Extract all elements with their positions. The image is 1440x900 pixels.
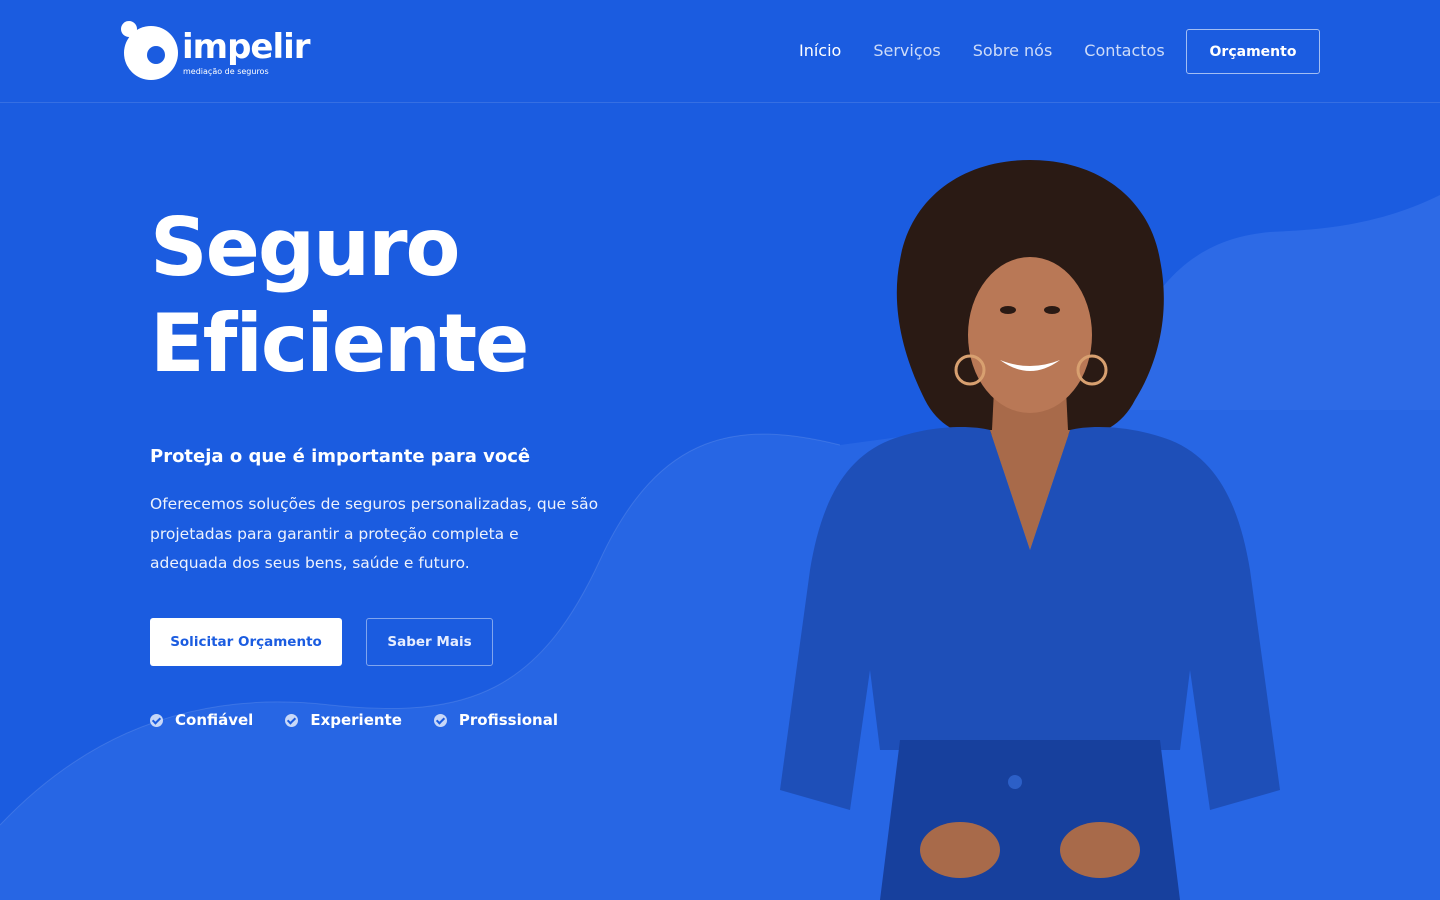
- hero-description: Oferecemos soluções de seguros personali…: [150, 495, 599, 572]
- feature-label: Profissional: [458, 711, 558, 729]
- hero-section: Seguro Eficiente Proteja o que é importa…: [150, 200, 630, 579]
- brand-logo[interactable]: impelir mediação de seguros: [120, 20, 311, 82]
- feature-item: Confiável: [150, 709, 253, 731]
- hero-subtitle: Proteja o que é importante para você: [150, 446, 531, 467]
- nav-item-sobre-nos[interactable]: Sobre nós: [973, 39, 1053, 63]
- check-circle-icon: [285, 713, 299, 727]
- feature-list: Confiável Experiente Profissional: [150, 709, 590, 731]
- brand-tagline: mediação de seguros: [183, 67, 269, 76]
- nav-item-contactos[interactable]: Contactos: [1084, 39, 1164, 63]
- hero-cta-group: Solicitar Orçamento Saber Mais: [150, 618, 493, 666]
- site-header: impelir mediação de seguros Início Servi…: [0, 0, 1440, 103]
- header-quote-button[interactable]: Orçamento: [1186, 29, 1320, 74]
- feature-item: Profissional: [433, 709, 558, 731]
- feature-label: Confiável: [175, 711, 254, 729]
- hero-person-image: [780, 160, 1280, 900]
- main-nav: Início Serviços Sobre nós Contactos: [799, 39, 1197, 63]
- brand-name: impelir: [182, 27, 311, 67]
- request-quote-button[interactable]: Solicitar Orçamento: [150, 618, 342, 666]
- hero-title-line1: Seguro: [150, 201, 461, 294]
- feature-item: Experiente: [285, 709, 402, 731]
- check-circle-icon: [150, 713, 163, 727]
- hero-title-line2: Eficiente: [150, 297, 529, 390]
- nav-item-inicio[interactable]: Início: [799, 39, 841, 63]
- nav-item-servicos[interactable]: Serviços: [873, 39, 940, 63]
- logo-mark-icon: [121, 21, 178, 80]
- check-circle-icon: [433, 713, 447, 727]
- hero-title: Seguro Eficiente: [150, 200, 630, 392]
- feature-label: Experiente: [310, 711, 402, 729]
- learn-more-button[interactable]: Saber Mais: [366, 618, 493, 666]
